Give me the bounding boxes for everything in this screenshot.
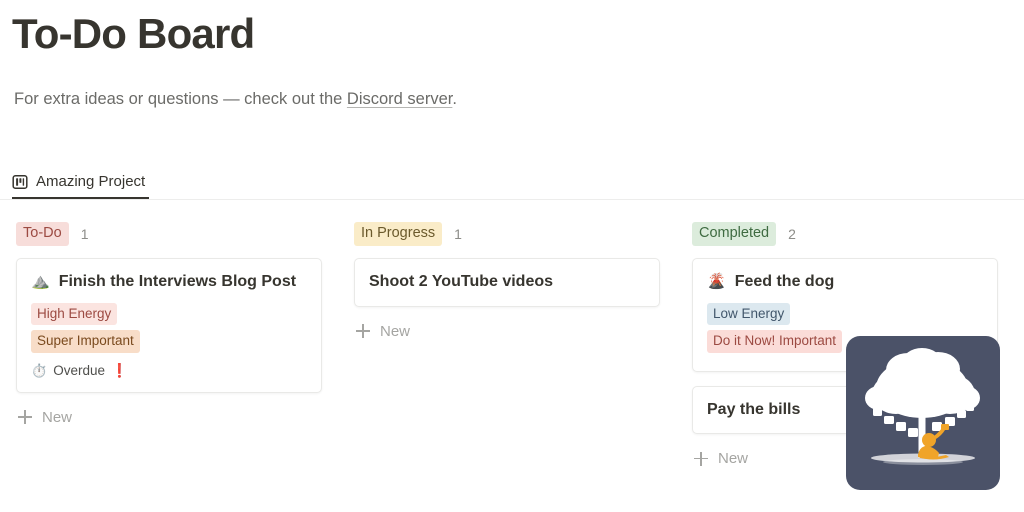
tab-amazing-project[interactable]: Amazing Project: [12, 166, 150, 199]
card-due-status: ⏱️ Overdue ❗: [31, 363, 307, 379]
tag-super-important[interactable]: Super Important: [31, 330, 140, 353]
mountain-emoji: ⛰️: [31, 273, 50, 291]
page-title: To-Do Board: [12, 10, 255, 57]
plus-icon: [356, 324, 370, 339]
tag-high-energy[interactable]: High Energy: [31, 302, 118, 326]
column-count: 1: [80, 226, 89, 242]
column-status-badge[interactable]: In Progress: [354, 222, 443, 246]
column-status-badge[interactable]: To-Do: [16, 222, 69, 246]
column-header: To-Do 1: [16, 222, 322, 246]
tab-strip: Amazing Project: [0, 166, 1024, 200]
exclamation-icon: ❗: [110, 362, 128, 378]
column-count: 1: [454, 226, 462, 242]
stopwatch-emoji: ⏱️: [31, 362, 48, 378]
add-new-card-button-todo[interactable]: New: [16, 407, 74, 428]
tag-row: High Energy: [31, 302, 307, 331]
board-card[interactable]: Shoot 2 YouTube videos: [354, 258, 660, 307]
add-new-label: New: [42, 408, 73, 426]
add-new-card-button-in-progress[interactable]: New: [354, 321, 412, 342]
card-title-text: Finish the Interviews Blog Post: [58, 273, 297, 290]
card-tags: High Energy Super Important: [31, 302, 307, 358]
tree-reader-logo[interactable]: [846, 336, 1000, 490]
column-status-badge[interactable]: Completed: [692, 222, 777, 246]
subtitle-text-after: .: [452, 90, 457, 108]
column-count: 2: [788, 226, 796, 242]
card-title-text: Shoot 2 YouTube videos: [369, 273, 554, 290]
plus-icon: [18, 410, 32, 425]
board-column-in-progress: In Progress 1 Shoot 2 YouTube videos New: [338, 222, 676, 469]
board-column-todo: To-Do 1 ⛰️ Finish the Interviews Blog Po…: [0, 222, 338, 469]
card-title-text: Feed the dog: [734, 273, 835, 290]
card-title: 🌋 Feed the dog: [707, 271, 983, 293]
due-status-label: Overdue: [53, 363, 105, 379]
todo-board-page: To-Do Board For extra ideas or questions…: [0, 0, 1024, 512]
subtitle-text-before: For extra ideas or questions — check out…: [14, 90, 347, 108]
card-title: Shoot 2 YouTube videos: [369, 271, 645, 293]
volcano-emoji: 🌋: [707, 273, 726, 291]
board-icon: [12, 174, 28, 190]
add-new-label: New: [718, 450, 749, 468]
card-title-text: Pay the bills: [707, 400, 801, 418]
tab-label: Amazing Project: [36, 172, 146, 190]
tag-row: Low Energy: [707, 302, 983, 331]
plus-icon: [694, 451, 708, 466]
tag-row: Super Important: [31, 330, 307, 358]
board-card[interactable]: ⛰️ Finish the Interviews Blog Post High …: [16, 258, 322, 393]
discord-server-link[interactable]: Discord server: [347, 90, 452, 108]
column-header: In Progress 1: [354, 222, 660, 246]
tag-do-it-now-important[interactable]: Do it Now! Important: [707, 330, 843, 353]
add-new-label: New: [380, 322, 411, 340]
tag-low-energy[interactable]: Low Energy: [707, 302, 791, 326]
page-subtitle: For extra ideas or questions — check out…: [14, 88, 457, 111]
add-new-card-button-completed[interactable]: New: [692, 448, 750, 469]
card-title: ⛰️ Finish the Interviews Blog Post: [31, 271, 307, 293]
column-header: Completed 2: [692, 222, 998, 246]
